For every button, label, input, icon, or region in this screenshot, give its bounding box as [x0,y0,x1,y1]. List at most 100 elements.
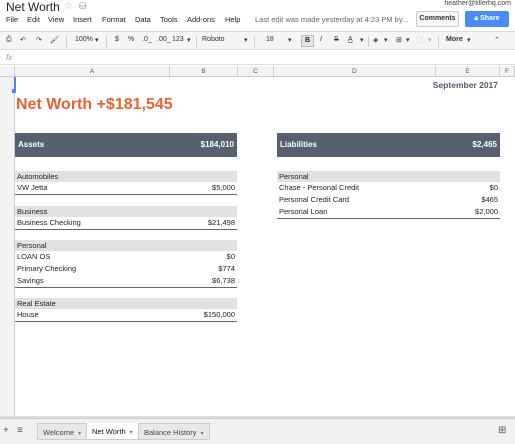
section-header[interactable]: Automobiles [15,171,237,182]
account-name: Business Checking [17,218,81,227]
tab-label: Balance History [144,428,197,437]
chevron-down-icon[interactable]: ▾ [130,430,133,436]
last-edit-link[interactable]: Last edit was made yesterday at 4:23 PM … [255,15,408,24]
font-select[interactable]: Roboto [202,36,225,43]
section-header[interactable]: Real Estate [15,298,237,309]
print-icon[interactable]: ⎙ [6,36,12,44]
column-header-a[interactable]: A [15,66,170,77]
document-title[interactable]: Net Worth [6,0,60,14]
menu-format[interactable]: Format [102,15,126,24]
chevron-down-icon[interactable]: ▾ [406,36,410,44]
fill-handle[interactable] [12,89,16,93]
account-value: $21,498 [207,218,235,227]
fill-color-icon[interactable]: ◈ [373,36,378,44]
menu-view[interactable]: View [48,15,64,24]
paint-format-icon[interactable]: 🖌︎ [50,36,59,44]
report-month[interactable]: September 2017 [400,80,498,90]
divider [15,229,237,230]
column-header-d[interactable]: D [274,66,436,77]
folder-icon[interactable]: ⛁ [79,1,87,12]
assets-header[interactable]: Assets $184,010 [15,133,237,157]
chevron-down-icon[interactable]: ▾ [244,36,248,44]
liabilities-header[interactable]: Liabilities $2,465 [277,133,500,157]
table-row[interactable]: LOAN OS $0 [15,251,237,262]
table-row[interactable]: Business Checking $21,498 [15,217,237,228]
divider [15,194,237,195]
add-sheet-icon[interactable]: + [3,425,9,436]
account-name: Savings [17,276,44,285]
section-header[interactable]: Personal [277,171,500,182]
account-value: $5,000 [212,183,235,192]
redo-icon[interactable]: ↷ [36,36,42,44]
strikethrough-button[interactable]: S [334,36,339,43]
account-name: Personal Credit Card [279,195,350,204]
column-header-c[interactable]: C [238,66,274,77]
assets-total: $184,010 [200,140,234,149]
all-sheets-icon[interactable]: ≡ [17,425,23,436]
zoom-select[interactable]: 100% [75,36,93,43]
account-value: $0 [489,183,498,192]
undo-icon[interactable]: ↶ [20,36,26,44]
table-row[interactable]: VW Jetta $5,000 [15,182,237,193]
comments-button[interactable]: Comments [416,11,459,27]
menu-insert[interactable]: Insert [73,15,92,24]
decrease-decimals-button[interactable]: .0_ [142,36,152,43]
assets-label: Assets [18,140,45,149]
row-headers[interactable] [0,77,15,417]
tab-balance-history[interactable]: Balance History ▾ [138,423,210,440]
menu-tools[interactable]: Tools [160,15,178,24]
star-icon[interactable]: ☆ [64,1,73,12]
chevron-down-icon[interactable]: ▾ [187,36,191,44]
italic-button[interactable]: I [320,36,322,43]
collapse-menu-icon[interactable]: ⌃ [494,36,500,44]
borders-icon[interactable]: ⊞ [396,36,402,44]
tab-net-worth[interactable]: Net Worth ▾ [86,423,139,440]
liabilities-total: $2,465 [472,140,497,149]
menu-edit[interactable]: Edit [27,15,40,24]
menu-add-ons[interactable]: Add-ons [187,15,215,24]
font-size-select[interactable]: 18 [266,36,274,43]
tab-welcome[interactable]: Welcome ▾ [37,423,88,440]
menu-data[interactable]: Data [135,15,151,24]
chevron-down-icon[interactable]: ▾ [384,36,388,44]
column-header-f[interactable]: F [500,66,515,77]
chevron-down-icon[interactable]: ▾ [360,36,364,44]
table-row[interactable]: House $150,000 [15,309,237,320]
section-header[interactable]: Personal [15,240,237,251]
share-button[interactable]: 🔒︎ Share [465,11,509,27]
net-worth-heading[interactable]: Net Worth +$181,545 [16,96,173,114]
toolbar-divider [106,36,107,47]
column-header-e[interactable]: E [436,66,500,77]
share-label: Share [480,15,500,22]
chevron-down-icon[interactable]: ▾ [95,36,99,44]
account-name: Chase - Personal Credit [279,183,360,192]
chevron-down-icon[interactable]: ▾ [428,36,432,44]
table-row[interactable]: Personal Credit Card $465 [277,194,500,205]
select-all-corner[interactable] [0,66,15,77]
formula-bar[interactable]: fx [0,51,515,65]
increase-decimals-button[interactable]: .00_ [157,36,171,43]
chevron-down-icon[interactable]: ▾ [288,36,292,44]
chevron-down-icon[interactable]: ▾ [201,431,204,437]
more-button[interactable]: More [446,36,463,43]
liabilities-label: Liabilities [280,140,317,149]
account-name: Personal Loan [279,207,328,216]
table-row[interactable]: Savings $6,738 [15,275,237,286]
text-color-button[interactable]: A [348,36,353,43]
currency-format-button[interactable]: $ [115,36,119,43]
explore-icon[interactable]: ⊞ [498,425,506,436]
user-email[interactable]: heather@tillerhq.com [444,0,511,7]
chevron-down-icon[interactable]: ▾ [467,36,471,44]
chevron-down-icon[interactable]: ▾ [78,431,81,437]
merge-cells-icon[interactable]: ⬚ [416,36,423,44]
menu-file[interactable]: File [6,15,18,24]
column-header-b[interactable]: B [170,66,238,77]
more-formats-button[interactable]: 123 [172,36,184,43]
section-header[interactable]: Business [15,206,237,217]
table-row[interactable]: Chase - Personal Credit $0 [277,182,500,193]
table-row[interactable]: Personal Loan $2,000 [277,206,500,217]
menu-help[interactable]: Help [225,15,240,24]
table-row[interactable]: Primary Checking $774 [15,263,237,274]
bold-button[interactable]: B [301,35,314,47]
percent-format-button[interactable]: % [128,36,134,43]
